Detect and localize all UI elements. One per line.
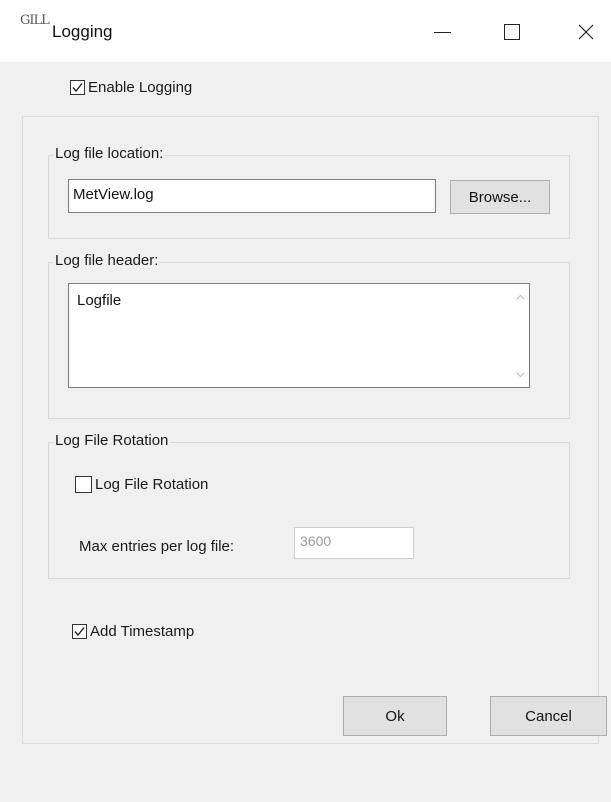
minimize-button[interactable] xyxy=(420,14,464,50)
log-file-header-textarea[interactable]: Logfile xyxy=(68,283,530,388)
chevron-down-icon xyxy=(516,372,525,377)
log-file-location-group: Log file location: MetView.log Browse... xyxy=(48,145,570,239)
max-entries-input[interactable]: 3600 xyxy=(294,527,414,559)
ok-button[interactable]: Ok xyxy=(343,696,447,736)
checkmark-icon xyxy=(74,627,85,637)
enable-logging-row[interactable]: Enable Logging xyxy=(70,79,192,96)
chevron-up-icon xyxy=(516,294,525,299)
scroll-up-button[interactable] xyxy=(512,288,529,305)
maximize-icon xyxy=(504,24,520,40)
log-file-rotation-row[interactable]: Log File Rotation xyxy=(75,476,208,493)
dialog-client-area: Enable Logging Log file location: MetVie… xyxy=(0,62,611,802)
log-file-path-input[interactable]: MetView.log xyxy=(68,179,436,213)
window-title: Logging xyxy=(52,22,113,41)
enable-logging-checkbox[interactable] xyxy=(70,80,85,95)
maximize-button[interactable] xyxy=(490,14,534,50)
app-icon: GILL xyxy=(20,13,50,28)
log-file-header-group: Log file header: Logfile xyxy=(48,252,570,419)
logging-settings-panel: Log file location: MetView.log Browse...… xyxy=(22,116,599,744)
log-file-location-label: Log file location: xyxy=(53,145,166,162)
add-timestamp-row[interactable]: Add Timestamp xyxy=(72,623,194,640)
cancel-button[interactable]: Cancel xyxy=(490,696,607,736)
log-file-header-text: Logfile xyxy=(77,292,122,309)
enable-logging-label: Enable Logging xyxy=(88,79,193,96)
log-file-rotation-group: Log File Rotation Log File Rotation Max … xyxy=(48,432,570,579)
max-entries-label: Max entries per log file: xyxy=(79,538,235,555)
log-file-rotation-checkbox[interactable] xyxy=(75,476,92,493)
title-bar[interactable]: GILL Logging xyxy=(0,0,611,62)
log-file-rotation-checkbox-label: Log File Rotation xyxy=(95,476,209,493)
header-scrollbar[interactable] xyxy=(512,284,529,387)
minimize-icon xyxy=(433,31,451,33)
add-timestamp-checkbox[interactable] xyxy=(72,624,87,639)
log-file-rotation-group-label: Log File Rotation xyxy=(53,432,171,449)
close-button[interactable] xyxy=(564,14,608,50)
scroll-down-button[interactable] xyxy=(512,366,529,383)
checkmark-icon xyxy=(72,83,83,93)
close-icon xyxy=(578,24,594,40)
add-timestamp-label: Add Timestamp xyxy=(90,623,195,640)
log-file-header-label: Log file header: xyxy=(53,252,161,269)
browse-button[interactable]: Browse... xyxy=(450,180,550,214)
